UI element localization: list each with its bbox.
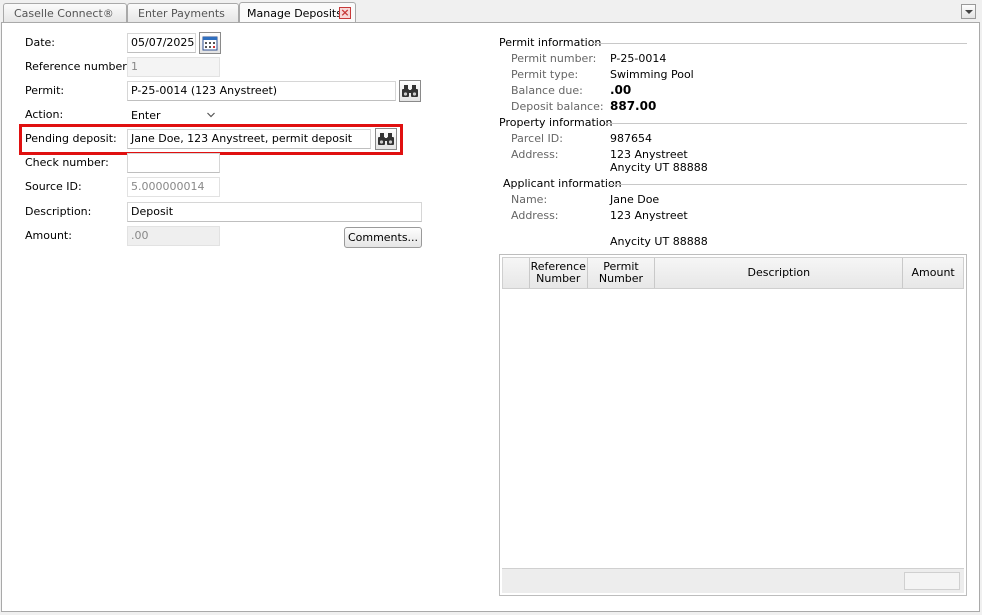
- action-label: Action:: [25, 108, 64, 121]
- permit-type-label: Permit type:: [511, 68, 579, 81]
- permit-number-label: Permit number:: [511, 52, 597, 65]
- reference-number-label: Reference number:: [25, 60, 131, 73]
- tab-caselle-connect[interactable]: Caselle Connect®: [3, 3, 127, 22]
- permit-input[interactable]: P-25-0014 (123 Anystreet): [127, 81, 396, 101]
- applicant-info-heading: Applicant information: [503, 177, 622, 190]
- grid-header-permit-number[interactable]: Permit Number: [588, 258, 656, 288]
- amount-field: .00: [127, 226, 220, 246]
- tab-strip: Caselle Connect® Enter Payments Manage D…: [0, 0, 982, 23]
- balance-due-label: Balance due:: [511, 84, 583, 97]
- amount-label: Amount:: [25, 229, 72, 242]
- grid-header: Reference Number Permit Number Descripti…: [502, 257, 964, 289]
- section-divider: [609, 184, 967, 185]
- property-info-heading: Property information: [499, 116, 613, 129]
- parcel-id-value: 987654: [610, 132, 652, 145]
- tab-label: Enter Payments: [138, 7, 225, 20]
- applicant-name-value: Jane Doe: [610, 193, 660, 206]
- grid-header-reference-number[interactable]: Reference Number: [530, 258, 588, 288]
- calendar-icon[interactable]: [199, 32, 221, 54]
- grid-header-selector[interactable]: [503, 258, 530, 288]
- applicant-address-label: Address:: [511, 209, 559, 222]
- pending-deposit-highlight: [19, 124, 403, 155]
- applicant-address-line2: Anycity UT 88888: [610, 235, 708, 248]
- check-number-label: Check number:: [25, 156, 109, 169]
- comments-button[interactable]: Comments...: [344, 227, 422, 248]
- property-address-line1: 123 Anystreet: [610, 148, 688, 161]
- section-divider: [593, 43, 967, 44]
- permit-info-heading: Permit information: [499, 36, 602, 49]
- deposit-balance-value: 887.00: [610, 99, 657, 113]
- permit-label: Permit:: [25, 84, 65, 97]
- action-select-value: Enter: [131, 109, 161, 122]
- description-input[interactable]: Deposit: [127, 202, 422, 222]
- date-input[interactable]: 05/07/2025: [127, 33, 196, 53]
- date-label: Date:: [25, 36, 55, 49]
- deposits-grid[interactable]: Reference Number Permit Number Descripti…: [499, 254, 967, 596]
- property-address-line2: Anycity UT 88888: [610, 161, 708, 174]
- check-number-input[interactable]: [127, 153, 220, 173]
- source-id-field: 5.000000014: [127, 177, 220, 197]
- balance-due-value: .00: [610, 83, 632, 97]
- action-select[interactable]: Enter: [127, 106, 220, 126]
- parcel-id-label: Parcel ID:: [511, 132, 563, 145]
- property-address-label: Address:: [511, 148, 559, 161]
- tab-manage-deposits[interactable]: Manage Deposits ×: [239, 2, 356, 23]
- grid-footer: [502, 568, 964, 593]
- applicant-name-label: Name:: [511, 193, 548, 206]
- reference-number-field: 1: [127, 57, 220, 77]
- source-id-label: Source ID:: [25, 180, 82, 193]
- section-divider: [605, 123, 967, 124]
- permit-lookup-binoculars-icon[interactable]: [399, 80, 421, 102]
- grid-header-amount[interactable]: Amount: [903, 258, 963, 288]
- grid-header-description[interactable]: Description: [655, 258, 904, 288]
- applicant-address-line1: 123 Anystreet: [610, 209, 688, 222]
- tab-label: Manage Deposits: [247, 7, 342, 20]
- close-tab-icon[interactable]: ×: [339, 7, 351, 19]
- permit-number-value: P-25-0014: [610, 52, 667, 65]
- tab-enter-payments[interactable]: Enter Payments: [127, 3, 239, 22]
- tab-list-dropdown-icon[interactable]: [961, 4, 976, 19]
- chevron-down-icon: [207, 112, 215, 118]
- tab-label: Caselle Connect®: [14, 7, 114, 20]
- grid-footer-amount-total: [904, 572, 960, 590]
- description-label: Description:: [25, 205, 92, 218]
- permit-type-value: Swimming Pool: [610, 68, 694, 81]
- deposit-balance-label: Deposit balance:: [511, 100, 604, 113]
